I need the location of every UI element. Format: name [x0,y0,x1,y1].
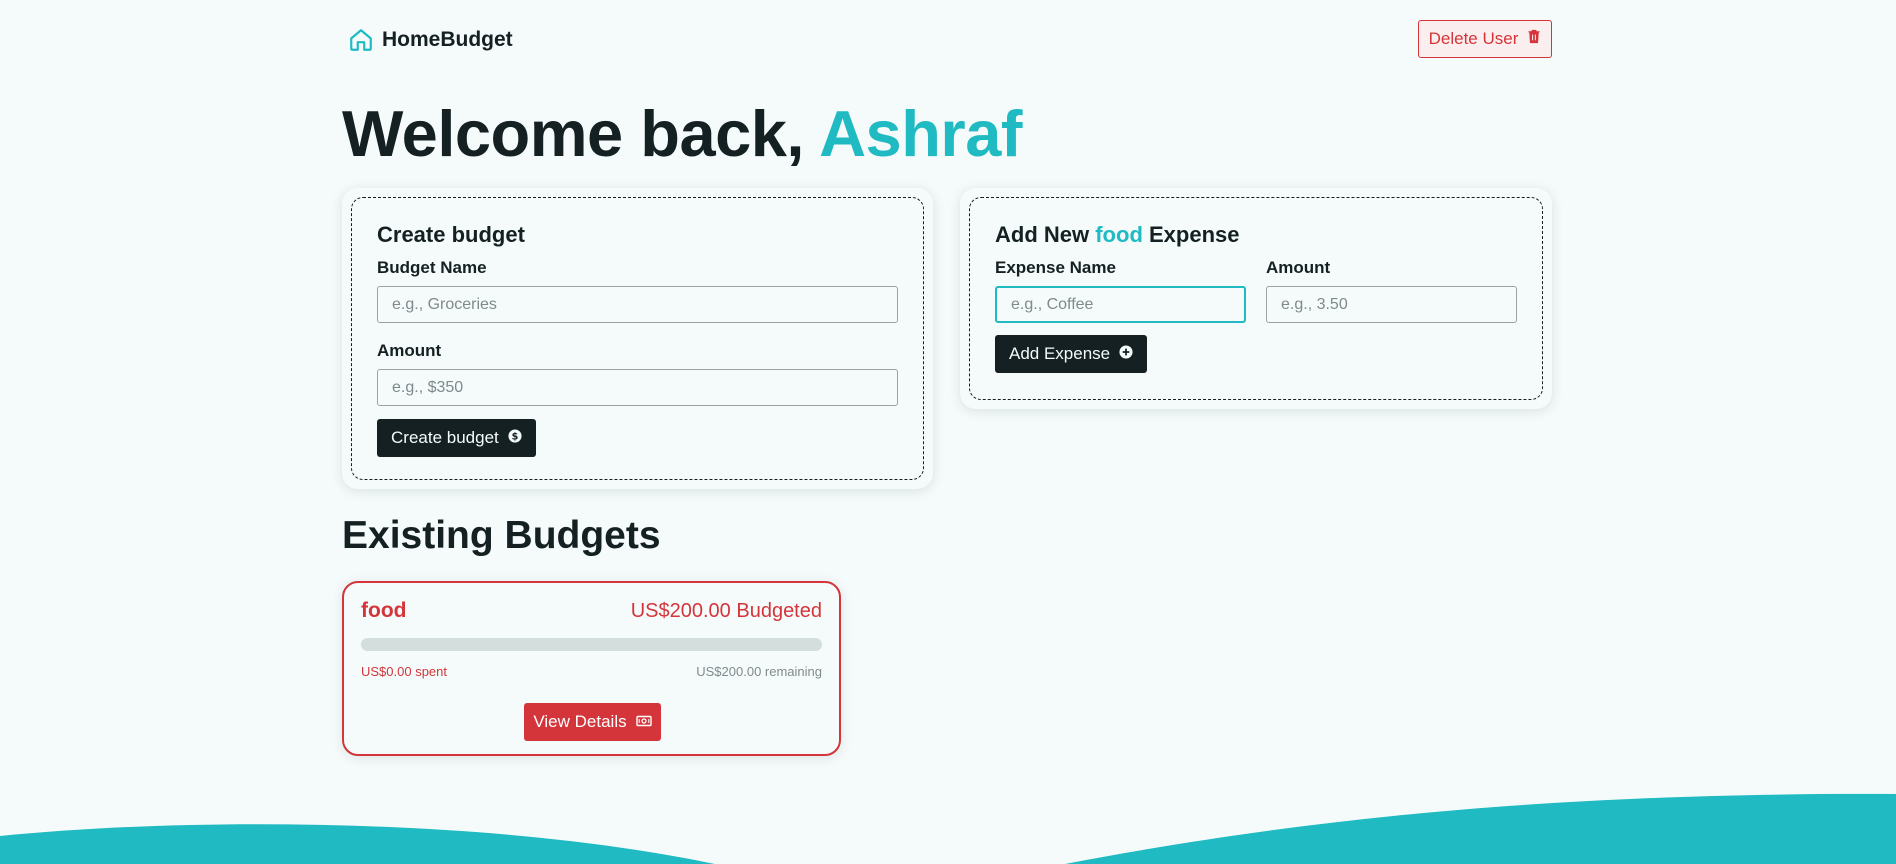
create-budget-button[interactable]: Create budget $ [377,419,536,457]
brand-link[interactable]: HomeBudget [348,27,513,53]
budget-meta: US$0.00 spent US$200.00 remaining [361,664,822,679]
add-expense-form: Add New food Expense Expense Name Amount… [969,197,1543,400]
create-budget-card: Create budget Budget Name Amount Create … [342,188,933,489]
create-budget-button-label: Create budget [391,428,499,447]
add-expense-button[interactable]: Add Expense [995,335,1148,373]
expense-name-group: Expense Name [995,258,1246,323]
budget-remaining: US$200.00 remaining [696,664,822,679]
budget-amount-label: Amount [377,341,442,360]
create-budget-title: Create budget [377,222,525,247]
budget-card: food US$200.00 Budgeted US$0.00 spent US… [342,581,841,756]
expense-name-input[interactable] [995,286,1246,323]
user-name: Ashraf [819,97,1022,170]
budget-name-input[interactable] [377,286,898,323]
budget-amount-input[interactable] [377,369,898,406]
delete-user-label: Delete User [1428,29,1519,48]
svg-text:$: $ [511,432,518,443]
dollar-circle-icon: $ [508,428,522,448]
add-expense-title-prefix: Add New [995,222,1096,247]
expense-name-label: Expense Name [995,258,1116,277]
create-budget-form: Create budget Budget Name Amount Create … [351,197,924,480]
brand-name: HomeBudget [382,28,513,51]
banknote-icon [635,712,652,732]
navbar: HomeBudget Delete User [342,19,1552,61]
delete-user-button[interactable]: Delete User [1418,20,1552,58]
budget-card-header: food US$200.00 Budgeted [361,599,822,623]
add-expense-budget-name: food [1095,222,1143,247]
budget-name-label: Budget Name [377,258,487,277]
home-icon [348,27,374,53]
page: HomeBudget Delete User Welcome back, Ash… [0,0,1896,864]
plus-circle-icon [1119,344,1133,364]
view-details-button[interactable]: View Details [524,703,661,741]
add-expense-title-suffix: Expense [1142,222,1240,247]
welcome-prefix: Welcome back, [342,97,820,170]
view-details-label: View Details [533,712,627,731]
welcome-heading: Welcome back, Ashraf [342,96,1022,172]
add-expense-card: Add New food Expense Expense Name Amount… [960,188,1552,409]
trash-icon [1527,29,1541,49]
budget-amount: US$200.00 Budgeted [630,599,822,622]
expense-amount-input[interactable] [1266,286,1517,323]
expense-fields-row: Expense Name Amount [995,258,1517,323]
footer-wave [0,793,1896,864]
add-expense-button-label: Add Expense [1009,344,1111,363]
budget-progress-bar [361,638,822,651]
budget-name: food [361,599,407,622]
expense-amount-label: Amount [1266,258,1331,277]
budget-spent: US$0.00 spent [361,664,448,679]
expense-amount-group: Amount [1266,258,1517,323]
existing-budgets-title: Existing Budgets [342,514,661,557]
add-expense-title: Add New food Expense [995,222,1517,248]
